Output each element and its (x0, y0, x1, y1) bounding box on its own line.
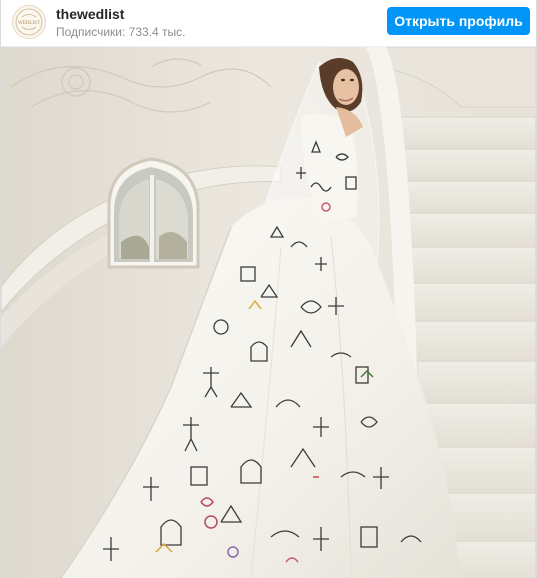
username-link[interactable]: thewedlist (56, 6, 124, 22)
wedding-dress-photo-icon (1, 47, 536, 578)
open-profile-button[interactable]: Открыть профиль (387, 7, 530, 35)
post-image[interactable] (1, 47, 536, 578)
avatar[interactable]: WEDLIST (12, 5, 46, 39)
instagram-embed: WEDLIST thewedlist Подписчики: 733.4 тыс… (0, 0, 537, 578)
post-header: WEDLIST thewedlist Подписчики: 733.4 тыс… (1, 0, 536, 47)
window-icon (107, 157, 200, 269)
avatar-text: WEDLIST (18, 21, 40, 26)
followers-count: Подписчики: 733.4 тыс. (56, 25, 186, 39)
logo-icon: WEDLIST (15, 8, 43, 36)
